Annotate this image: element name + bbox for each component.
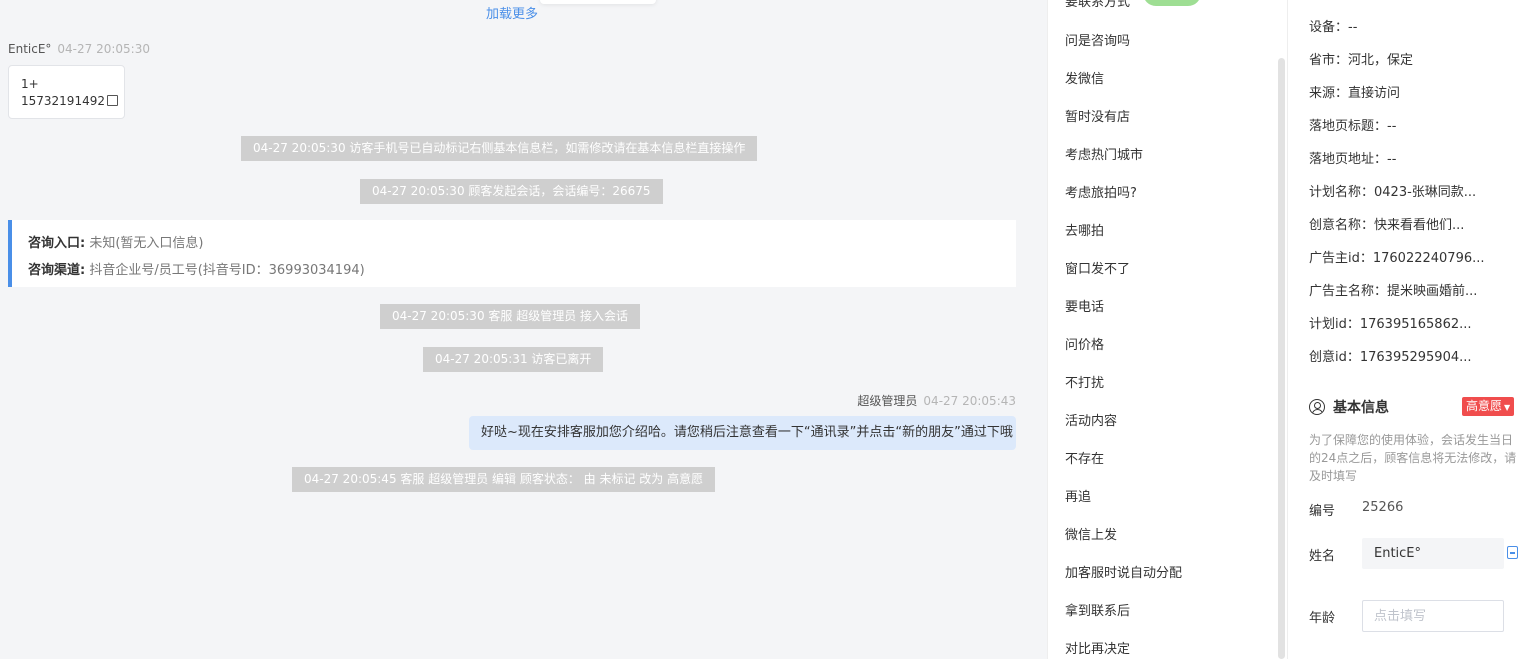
quick-reply-item[interactable]: 加客服时说自动分配 bbox=[1065, 562, 1182, 581]
system-message: 04-27 20:05:31 访客已离开 bbox=[423, 347, 604, 372]
intent-status-dropdown[interactable]: 高意愿 ▼ bbox=[1462, 397, 1515, 416]
user-circle-icon bbox=[1309, 399, 1325, 415]
agent-message-time: 04-27 20:05:43 bbox=[923, 394, 1016, 408]
consult-source-box: 咨询入口: 未知(暂无入口信息) 咨询渠道: 抖音企业号/员工号(抖音号ID：3… bbox=[8, 220, 1016, 287]
system-message: 04-27 20:05:30 访客手机号已自动标记右侧基本信息栏，如需修改请在基… bbox=[241, 136, 758, 161]
quick-reply-item[interactable]: 拿到联系后 bbox=[1065, 600, 1130, 619]
quick-reply-item[interactable]: 问价格 bbox=[1065, 334, 1104, 353]
system-message: 04-27 20:05:30 客服 超级管理员 接入会话 bbox=[380, 304, 641, 329]
basic-info-header: 基本信息 bbox=[1309, 397, 1389, 417]
consult-channel-value: 抖音企业号/员工号(抖音号ID：36993034194) bbox=[89, 263, 365, 278]
quick-reply-item[interactable]: 发微信 bbox=[1065, 68, 1104, 87]
source-info-row: 落地页标题：-- bbox=[1309, 119, 1397, 134]
consult-entry-value: 未知(暂无入口信息) bbox=[89, 236, 204, 251]
quick-reply-item[interactable]: 对比再决定 bbox=[1065, 638, 1130, 657]
visitor-message-time: 04-27 20:05:30 bbox=[57, 42, 150, 56]
quick-reply-item[interactable]: 暂时没有店 bbox=[1065, 106, 1130, 125]
source-info-row: 省市：河北，保定 bbox=[1309, 53, 1414, 68]
quick-reply-item[interactable]: 活动内容 bbox=[1065, 410, 1117, 429]
source-info-row: 来源：直接访问 bbox=[1309, 86, 1401, 101]
source-info-row: 计划名称：0423-张琳同款... bbox=[1309, 185, 1477, 200]
chat-area: 加载更多 EnticE° 04-27 20:05:30 1+ 1573219149… bbox=[0, 0, 1047, 659]
quick-reply-item[interactable]: 再追 bbox=[1065, 486, 1091, 505]
name-field[interactable]: EnticE° bbox=[1362, 538, 1504, 569]
quick-reply-item[interactable]: 要电话 bbox=[1065, 296, 1104, 315]
visitor-message-header: EnticE° 04-27 20:05:30 bbox=[8, 42, 150, 56]
id-label: 编号 bbox=[1309, 504, 1336, 519]
quick-reply-item[interactable]: 不打扰 bbox=[1065, 372, 1104, 391]
source-info-row: 创意id：176395295904... bbox=[1309, 350, 1472, 365]
consult-entry-label: 咨询入口: bbox=[28, 236, 86, 251]
load-more-link[interactable]: 加载更多 bbox=[486, 3, 538, 22]
system-message: 04-27 20:05:45 客服 超级管理员 编辑 顾客状态： 由 未标记 改… bbox=[292, 467, 716, 492]
quick-reply-item[interactable]: 问是咨询吗 bbox=[1065, 30, 1130, 49]
agent-name: 超级管理员 bbox=[857, 394, 918, 408]
consult-entry-row: 咨询入口: 未知(暂无入口信息) bbox=[28, 230, 1000, 257]
quick-reply-list: 要联系方式 问是咨询吗 发微信 暂时没有店 考虑热门城市 考虑旅拍吗? 去哪拍 … bbox=[1047, 0, 1287, 659]
quick-reply-item[interactable]: 不存在 bbox=[1065, 448, 1104, 467]
consult-channel-row: 咨询渠道: 抖音企业号/员工号(抖音号ID：36993034194) bbox=[28, 257, 1000, 284]
visitor-phone-card: 1+ 15732191492 bbox=[8, 65, 125, 119]
agent-message-header: 超级管理员 04-27 20:05:43 bbox=[857, 392, 1016, 409]
phone-prefix: 1+ bbox=[21, 77, 39, 91]
visitor-name: EnticE° bbox=[8, 42, 52, 56]
age-input[interactable] bbox=[1362, 600, 1504, 632]
customer-info-panel: 设备：-- 省市：河北，保定 来源：直接访问 落地页标题：-- 落地页地址：--… bbox=[1287, 0, 1528, 659]
name-label: 姓名 bbox=[1309, 549, 1336, 564]
source-info-row: 广告主名称：提米映画婚前... bbox=[1309, 284, 1478, 299]
quick-reply-item[interactable]: 窗口发不了 bbox=[1065, 258, 1130, 277]
id-value: 25266 bbox=[1362, 500, 1404, 515]
agent-message-bubble: 好哒~现在安排客服加您介绍哈。请您稍后注意查看一下“通讯录”并点击“新的朋友”通… bbox=[469, 416, 1016, 450]
quick-reply-item[interactable]: 考虑旅拍吗? bbox=[1065, 182, 1137, 201]
caret-down-icon: ▼ bbox=[1504, 403, 1511, 412]
source-info-row: 广告主id：176022240796... bbox=[1309, 251, 1485, 266]
source-info-row: 设备：-- bbox=[1309, 20, 1358, 35]
quick-reply-item[interactable]: 要联系方式 bbox=[1065, 0, 1130, 10]
copy-icon[interactable] bbox=[107, 92, 121, 106]
basic-info-title: 基本信息 bbox=[1333, 400, 1389, 416]
quick-reply-item[interactable]: 微信上发 bbox=[1065, 524, 1117, 543]
edit-icon[interactable] bbox=[1507, 546, 1518, 559]
edit-deadline-notice: 为了保障您的使用体验，会话发生当日的24点之后，顾客信息将无法修改，请及时填写 bbox=[1309, 433, 1517, 483]
quick-reply-item[interactable]: 去哪拍 bbox=[1065, 220, 1104, 239]
system-message: 04-27 20:05:30 顾客发起会话，会话编号：26675 bbox=[360, 179, 663, 204]
green-highlight-blob bbox=[1143, 0, 1201, 6]
source-info-row: 落地页地址：-- bbox=[1309, 152, 1397, 167]
consult-channel-label: 咨询渠道: bbox=[28, 263, 86, 278]
source-info-row: 计划id：176395165862... bbox=[1309, 317, 1472, 332]
phone-number: 15732191492 bbox=[21, 94, 105, 108]
quick-reply-item[interactable]: 考虑热门城市 bbox=[1065, 144, 1143, 163]
age-label: 年龄 bbox=[1309, 611, 1336, 626]
source-info-row: 创意名称：快来看看他们... bbox=[1309, 218, 1465, 233]
intent-status-label: 高意愿 bbox=[1466, 399, 1503, 413]
quick-reply-scrollbar[interactable] bbox=[1278, 58, 1285, 659]
dropdown-popup-edge bbox=[540, 0, 656, 4]
